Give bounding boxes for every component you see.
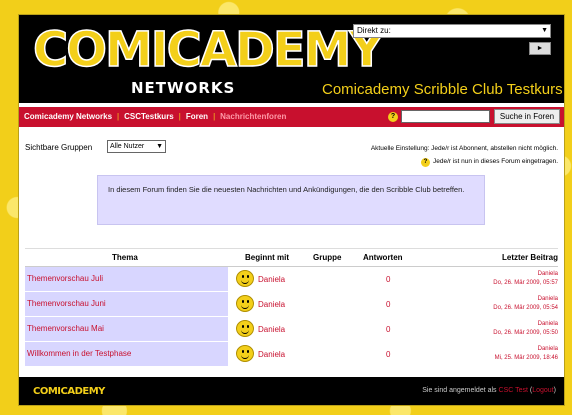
author-link[interactable]: Daniela xyxy=(258,350,285,359)
site-logo-sub: NETWORKS xyxy=(131,79,236,97)
topic-link[interactable]: Themenvorschau Mai xyxy=(25,317,228,341)
last-post-author[interactable]: Daniela xyxy=(493,270,558,279)
login-prefix: Sie sind angemeldet als xyxy=(422,387,497,394)
replies-count[interactable]: 0 xyxy=(386,275,390,284)
course-title: Comicademy Scribble Club Testkurs xyxy=(322,81,563,98)
breadcrumb-forums[interactable]: Foren xyxy=(186,112,208,121)
col-group: Gruppe xyxy=(313,253,342,262)
footer-logo[interactable]: COMICADEMY xyxy=(33,386,105,397)
topic-link[interactable]: Willkommen in der Testphase xyxy=(25,342,228,366)
user-avatar-icon[interactable] xyxy=(236,295,254,312)
replies-count[interactable]: 0 xyxy=(386,300,390,309)
breadcrumb-networks[interactable]: Comicademy Networks xyxy=(24,112,112,121)
last-post: Daniela Do, 26. Mär 2009, 05:57 xyxy=(493,270,558,288)
last-post: Daniela Do, 26. Mär 2009, 05:50 xyxy=(493,320,558,338)
logout-link[interactable]: Logout xyxy=(532,387,553,394)
table-header: Thema Beginnt mit Gruppe Antworten Letzt… xyxy=(25,248,558,267)
chevron-down-icon: ▼ xyxy=(156,143,163,150)
col-started-by[interactable]: Beginnt mit xyxy=(245,253,289,262)
user-avatar-icon[interactable] xyxy=(236,320,254,337)
col-replies[interactable]: Antworten xyxy=(363,253,403,262)
breadcrumb-current: Nachrichtenforen xyxy=(220,112,287,121)
chevron-down-icon: ▼ xyxy=(541,27,548,34)
site-footer: COMICADEMY Sie sind angemeldet als CSC T… xyxy=(19,377,564,405)
breadcrumb: Comicademy Networks | CSCTestkurs | Foren | Na… xyxy=(24,112,287,121)
visible-groups-select[interactable]: Alle Nutzer ▼ xyxy=(107,140,166,153)
table-row: Themenvorschau Juni Daniela 0 Daniela Do… xyxy=(25,292,558,317)
forum-intro: In diesem Forum finden Sie die neuesten … xyxy=(97,175,485,225)
visible-groups-value: Alle Nutzer xyxy=(110,143,145,150)
user-avatar-icon[interactable] xyxy=(236,345,254,362)
replies-count[interactable]: 0 xyxy=(386,350,390,359)
subscribed-note-text: Jede/r ist nun in dieses Forum eingetrag… xyxy=(432,158,558,165)
jump-to-select[interactable]: Direkt zu: ▼ xyxy=(353,24,551,38)
last-post-date[interactable]: Do, 26. Mär 2009, 05:54 xyxy=(493,304,558,313)
last-post-author[interactable]: Daniela xyxy=(493,320,558,329)
last-post-date[interactable]: Mi, 25. Mär 2009, 18:46 xyxy=(495,354,558,363)
last-post: Daniela Mi, 25. Mär 2009, 18:46 xyxy=(495,345,558,363)
table-row: Willkommen in der Testphase Daniela 0 Da… xyxy=(25,342,558,367)
last-post-date[interactable]: Do, 26. Mär 2009, 05:50 xyxy=(493,329,558,338)
site-logo[interactable]: COMICADEMY xyxy=(32,24,385,76)
author-link[interactable]: Daniela xyxy=(258,300,285,309)
user-link[interactable]: CSC Test xyxy=(499,387,528,394)
table-row: Themenvorschau Mai Daniela 0 Daniela Do,… xyxy=(25,317,558,342)
author-link[interactable]: Daniela xyxy=(258,275,285,284)
breadcrumb-course[interactable]: CSCTestkurs xyxy=(124,112,174,121)
help-icon[interactable]: ? xyxy=(420,158,430,167)
author-link[interactable]: Daniela xyxy=(258,325,285,334)
site-header: COMICADEMY NETWORKS Comicademy Scribble … xyxy=(19,15,564,103)
visible-groups-label: Sichtbare Gruppen xyxy=(25,143,93,152)
jump-to-label: Direkt zu: xyxy=(357,26,391,35)
last-post-author[interactable]: Daniela xyxy=(493,295,558,304)
topic-link[interactable]: Themenvorschau Juli xyxy=(25,267,228,291)
help-icon[interactable]: ? xyxy=(388,112,398,122)
jump-go-button[interactable]: ► xyxy=(529,42,551,55)
login-info: Sie sind angemeldet als CSC Test (Logout… xyxy=(422,387,556,394)
last-post-date[interactable]: Do, 26. Mär 2009, 05:57 xyxy=(493,279,558,288)
topic-link[interactable]: Themenvorschau Juni xyxy=(25,292,228,316)
page-frame: COMICADEMY NETWORKS Comicademy Scribble … xyxy=(18,14,565,406)
col-topic[interactable]: Thema xyxy=(112,253,138,262)
subscribed-note: ? Jede/r ist nun in dieses Forum eingetra… xyxy=(420,158,558,167)
last-post-author[interactable]: Daniela xyxy=(495,345,558,354)
col-last-post[interactable]: Letzter Beitrag xyxy=(502,253,558,262)
user-avatar-icon[interactable] xyxy=(236,270,254,287)
nav-bar: Comicademy Networks | CSCTestkurs | Foren | Na… xyxy=(19,107,564,127)
forum-search-button[interactable]: Suche in Foren xyxy=(494,109,560,124)
forum-search-input[interactable] xyxy=(401,110,490,123)
discussion-table: Thema Beginnt mit Gruppe Antworten Letzt… xyxy=(25,248,558,367)
last-post: Daniela Do, 26. Mär 2009, 05:54 xyxy=(493,295,558,313)
replies-count[interactable]: 0 xyxy=(386,325,390,334)
subscription-setting: Aktuelle Einstellung: Jede/r ist Abonnen… xyxy=(370,145,558,152)
table-row: Themenvorschau Juli Daniela 0 Daniela Do… xyxy=(25,267,558,292)
